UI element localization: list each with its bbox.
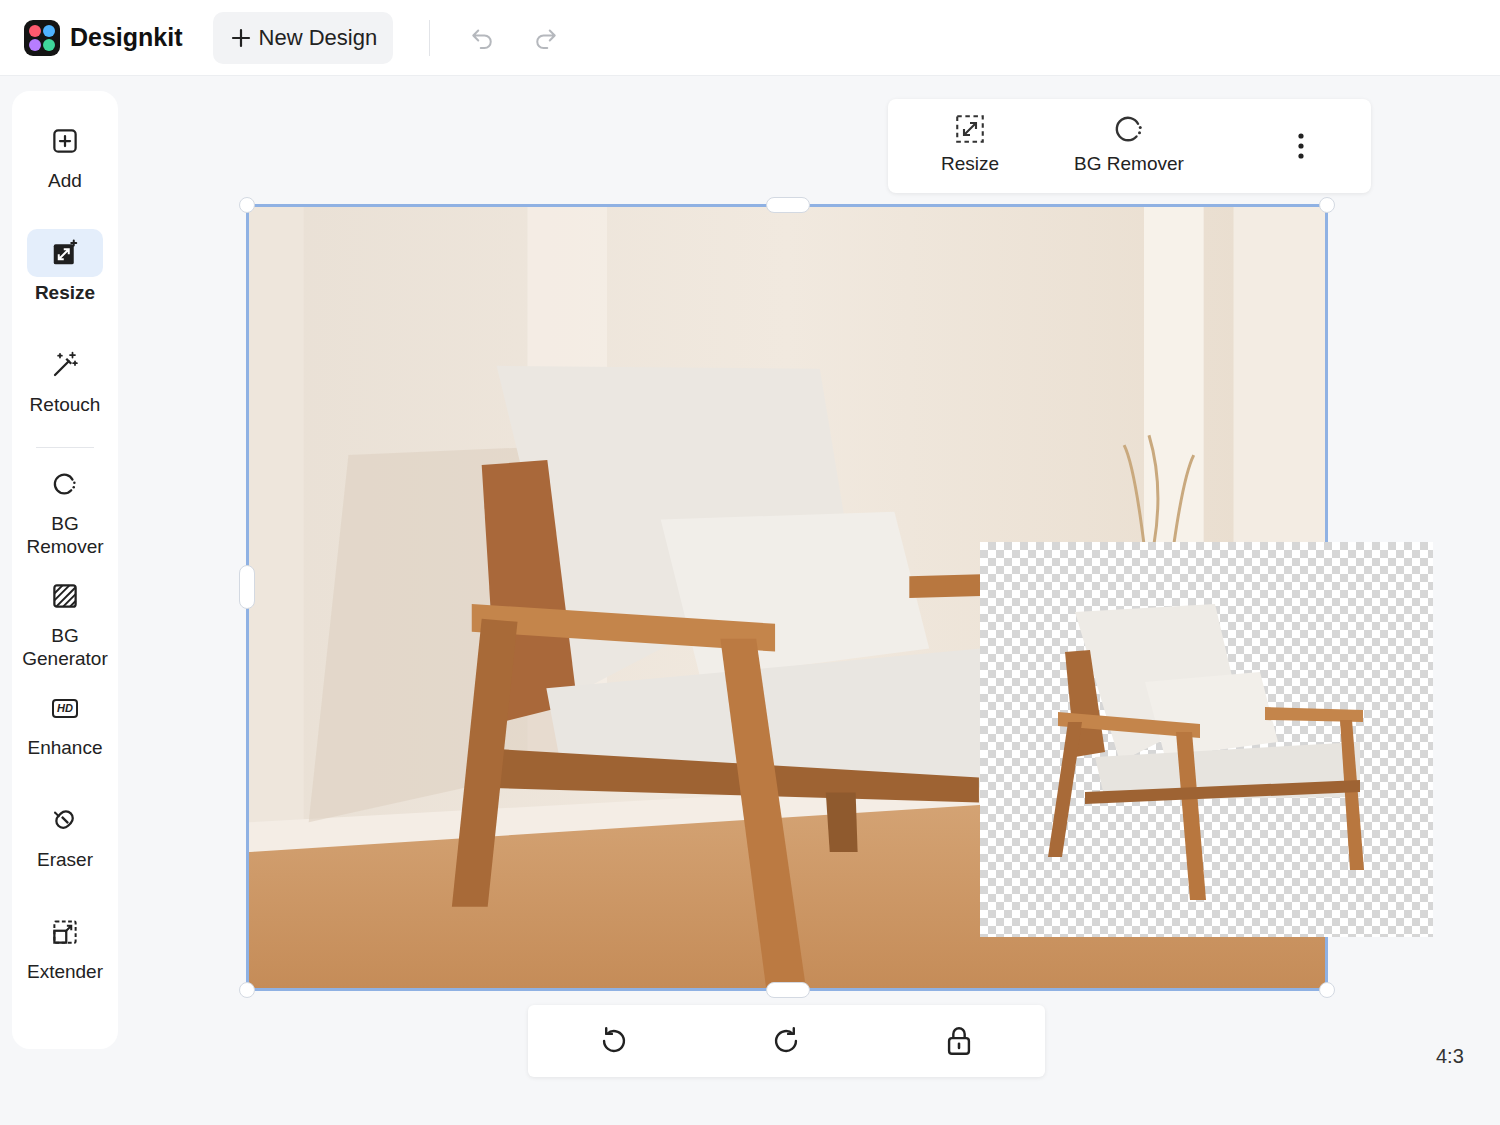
- sidebar-icon-box: [27, 908, 103, 956]
- sidebar: Add Resize Retouch BG Remover BG Generator HD…: [12, 91, 118, 1049]
- sidebar-item[interactable]: Eraser: [12, 796, 118, 908]
- sidebar-item[interactable]: Retouch: [12, 341, 118, 453]
- sidebar-item[interactable]: Add: [12, 117, 118, 229]
- more-vertical-icon: [1295, 131, 1307, 161]
- sidebar-icon-box: [27, 460, 103, 508]
- aspect-ratio-label: 4:3: [1436, 1045, 1464, 1068]
- hd-icon: HD: [52, 699, 78, 718]
- sidebar-label: Extender: [27, 960, 103, 983]
- sidebar-icon-box: [27, 572, 103, 620]
- app-name[interactable]: Designkit: [70, 23, 183, 52]
- sidebar-label: Eraser: [37, 848, 93, 871]
- sidebar-item[interactable]: HD Enhance: [12, 684, 118, 796]
- add-icon: [50, 126, 80, 156]
- context-toolbar-label: Resize: [941, 153, 999, 175]
- resize-icon: [50, 238, 80, 268]
- sidebar-label: Add: [48, 169, 82, 192]
- more-button[interactable]: [1281, 99, 1321, 193]
- sidebar-divider: [36, 447, 94, 448]
- rotate-right-button[interactable]: [756, 1011, 816, 1071]
- sidebar-item[interactable]: Extender: [12, 908, 118, 1020]
- bg-remover-icon: [50, 469, 80, 499]
- sidebar-label: Resize: [35, 281, 95, 304]
- resize-handle[interactable]: [1319, 982, 1335, 998]
- sidebar-label: Retouch: [30, 393, 101, 416]
- redo-icon[interactable]: [531, 23, 561, 53]
- new-design-button[interactable]: New Design: [213, 12, 394, 64]
- rotate-left-button[interactable]: [584, 1011, 644, 1071]
- workspace: Add Resize Retouch BG Remover BG Generator HD…: [0, 76, 1500, 1125]
- top-bar: Designkit New Design: [0, 0, 1500, 76]
- sidebar-icon-box: [27, 341, 103, 389]
- rotate-left-icon: [597, 1024, 631, 1058]
- lock-icon: [942, 1024, 976, 1058]
- context-toolbar-button[interactable]: Resize: [910, 99, 1030, 175]
- bg-remover-icon: [1111, 111, 1147, 147]
- context-toolbar-button[interactable]: BG Remover: [1049, 99, 1209, 175]
- resize-handle[interactable]: [239, 982, 255, 998]
- designkit-app: Designkit New Design Add Resize Retouch BG Re…: [0, 0, 1500, 1125]
- transform-toolbar: [528, 1005, 1045, 1077]
- separator: [429, 20, 430, 56]
- context-toolbar: Resize BG Remover: [888, 99, 1371, 193]
- resize-icon: [952, 111, 988, 147]
- rotate-right-icon: [769, 1024, 803, 1058]
- magic-wand-icon: [50, 350, 80, 380]
- background-removed-image[interactable]: [980, 542, 1433, 937]
- sidebar-label: Enhance: [27, 736, 102, 759]
- resize-handle[interactable]: [766, 197, 810, 213]
- resize-handle[interactable]: [1319, 197, 1335, 213]
- undo-icon[interactable]: [467, 23, 497, 53]
- sidebar-icon-box: [27, 229, 103, 277]
- sidebar-icon-box: [27, 796, 103, 844]
- eraser-icon: [50, 805, 80, 835]
- context-toolbar-label: BG Remover: [1074, 153, 1184, 175]
- resize-handle[interactable]: [239, 565, 255, 609]
- chair-cutout: [980, 542, 1433, 937]
- sidebar-icon-box: HD: [27, 684, 103, 732]
- sidebar-item[interactable]: Resize: [12, 229, 118, 341]
- sidebar-icon-box: [27, 117, 103, 165]
- logo-icon[interactable]: [24, 20, 60, 56]
- resize-handle[interactable]: [766, 982, 810, 998]
- plus-icon: [229, 26, 253, 50]
- resize-handle[interactable]: [239, 197, 255, 213]
- sidebar-item[interactable]: BG Generator: [12, 572, 118, 684]
- sidebar-label: BG Remover: [17, 512, 113, 558]
- sidebar-item[interactable]: BG Remover: [12, 460, 118, 572]
- extender-icon: [50, 917, 80, 947]
- lock-button[interactable]: [929, 1011, 989, 1071]
- bg-generator-icon: [50, 581, 80, 611]
- sidebar-label: BG Generator: [17, 624, 113, 670]
